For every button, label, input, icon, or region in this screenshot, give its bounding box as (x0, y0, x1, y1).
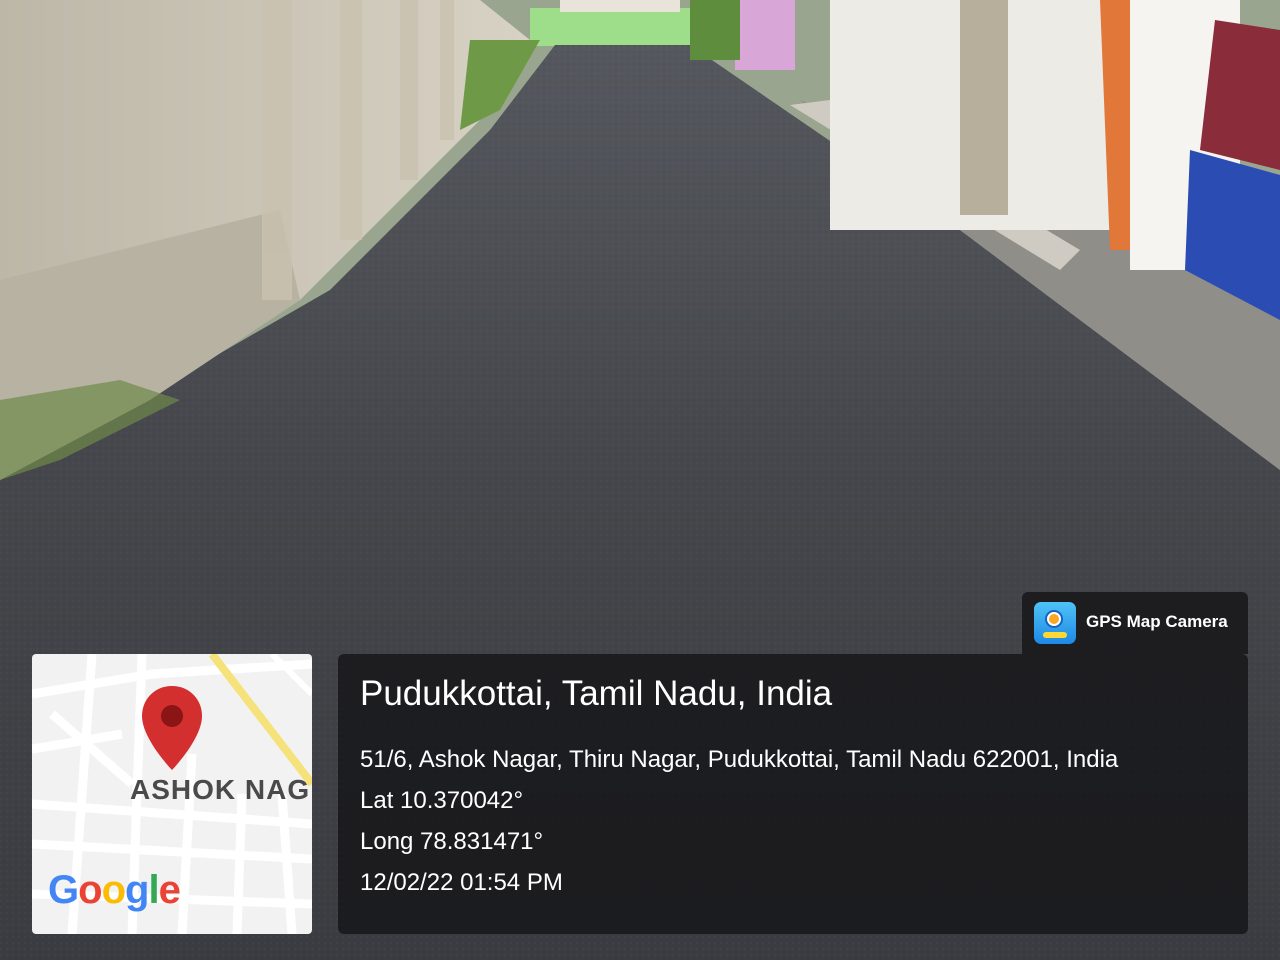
gps-camera-app-icon (1034, 602, 1076, 644)
address-text: 51/6, Ashok Nagar, Thiru Nagar, Pudukkot… (360, 746, 1119, 773)
right-hedge (690, 0, 740, 60)
utility-pole (960, 0, 1008, 215)
gps-map-camera-badge: GPS Map Camera (1022, 592, 1248, 654)
location-title: Pudukkottai, Tamil Nadu, India (360, 674, 833, 713)
location-info-panel: Pudukkottai, Tamil Nadu, India 51/6, Ash… (338, 654, 1248, 934)
datetime-text: 12/02/22 01:54 PM (360, 869, 563, 896)
map-pin-icon (142, 686, 202, 770)
badge-app-name: GPS Map Camera (1086, 612, 1228, 631)
map-thumbnail: ASHOK NAG Google (32, 654, 312, 934)
far-green-wall (530, 8, 700, 46)
purple-wall (735, 0, 795, 70)
latitude-text: Lat 10.370042° (360, 787, 524, 814)
google-logo: Google (48, 868, 181, 912)
map-area-label: ASHOK NAG (130, 774, 311, 805)
longitude-text: Long 78.831471° (360, 828, 544, 855)
far-house (560, 0, 680, 12)
